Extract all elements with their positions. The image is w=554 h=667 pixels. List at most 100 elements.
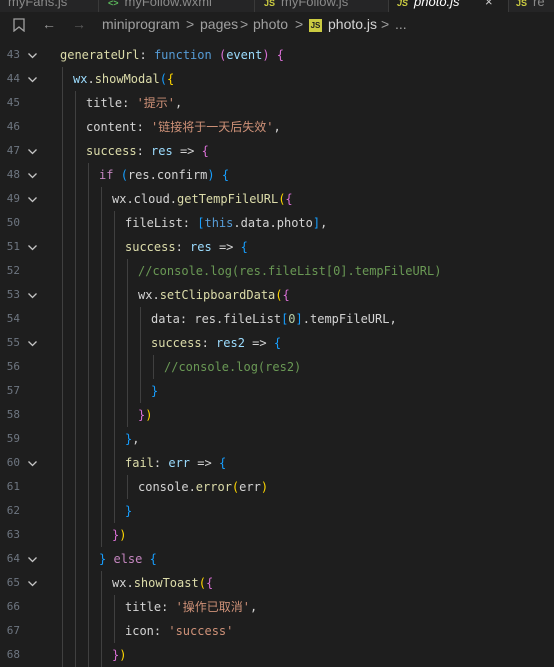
fold-chevron-down-icon[interactable] xyxy=(27,290,38,301)
code-token: wx. xyxy=(112,576,134,590)
chevron-right-icon: > xyxy=(381,16,390,32)
chevron-right-icon: > xyxy=(240,16,249,32)
code-token: '操作已取消' xyxy=(175,600,251,614)
line-number: 65 xyxy=(6,576,20,589)
code-line[interactable]: 65 wx.showToast({ xyxy=(0,571,554,595)
code-token: } xyxy=(151,384,159,398)
fold-chevron-down-icon[interactable] xyxy=(27,554,38,565)
code-line[interactable]: 50 fileList: [this.data.photo], xyxy=(0,211,554,235)
code-line[interactable]: 47 success: res => { xyxy=(0,139,554,163)
code-line[interactable]: 59}, xyxy=(0,427,554,451)
js-file-icon: JS xyxy=(397,0,409,8)
code-line[interactable]: 58}) xyxy=(0,403,554,427)
code-line[interactable]: 64} else { xyxy=(0,547,554,571)
code-line[interactable]: 63}) xyxy=(0,523,554,547)
chevron-right-icon: > xyxy=(186,16,195,32)
code-token: .data.photo xyxy=(233,216,313,230)
code-line[interactable]: 67 icon: 'success' xyxy=(0,619,554,643)
fold-chevron-down-icon[interactable] xyxy=(27,146,38,157)
code-line[interactable]: 46 content: '链接将于一天后失效', xyxy=(0,115,554,139)
bookmark-icon[interactable] xyxy=(13,16,25,35)
line-number: 43 xyxy=(6,48,20,61)
tab-myfollow-js[interactable]: JS myFollow.js xyxy=(264,0,348,12)
code-token: fileList xyxy=(125,216,183,230)
line-number: 46 xyxy=(6,120,20,133)
code-line[interactable]: 45 title: '提示', xyxy=(0,91,554,115)
code-line[interactable]: 49 wx.cloud.getTempFileURL({ xyxy=(0,187,554,211)
code-token: { xyxy=(149,552,157,566)
breadcrumb-segment-miniprogram[interactable]: miniprogram xyxy=(102,16,180,32)
fold-chevron-down-icon[interactable] xyxy=(27,578,38,589)
breadcrumb-segment-photo[interactable]: photo xyxy=(253,16,288,32)
code-line[interactable]: 57} xyxy=(0,379,554,403)
code-line[interactable]: 44 wx.showModal({ xyxy=(0,67,554,91)
breadcrumb-segment-pages[interactable]: pages xyxy=(200,16,238,32)
line-number: 45 xyxy=(6,96,20,109)
forward-arrow-icon[interactable]: → xyxy=(72,16,86,32)
code-line[interactable]: 62} xyxy=(0,499,554,523)
fold-chevron-down-icon[interactable] xyxy=(27,242,38,253)
js-file-icon: JS xyxy=(516,0,528,8)
code-line[interactable]: 60 fail: err => { xyxy=(0,451,554,475)
back-arrow-icon[interactable]: ← xyxy=(42,16,56,32)
code-token: success xyxy=(86,144,137,158)
tab-label: re xyxy=(533,0,545,9)
code-token: : xyxy=(153,456,169,470)
code-text: icon: 'success' xyxy=(125,619,233,643)
code-text: title: '操作已取消', xyxy=(125,595,257,619)
close-tab-icon[interactable]: × xyxy=(485,0,493,9)
code-token: else xyxy=(113,552,143,566)
line-number: 54 xyxy=(6,312,20,325)
breadcrumb-file[interactable]: photo.js xyxy=(328,16,377,32)
code-token: { xyxy=(276,48,285,62)
fold-chevron-down-icon[interactable] xyxy=(27,74,38,85)
code-token: this xyxy=(204,216,234,230)
code-token: { xyxy=(282,288,290,302)
code-line[interactable]: 68}) xyxy=(0,643,554,667)
code-token: ( xyxy=(159,72,167,86)
fold-chevron-down-icon[interactable] xyxy=(27,338,38,349)
code-token: ( xyxy=(120,168,128,182)
tab-photo-js[interactable]: JS photo.js × xyxy=(389,0,509,12)
tab-myfollow-wxml[interactable]: <> myFollow.wxml xyxy=(108,0,212,12)
fold-chevron-down-icon[interactable] xyxy=(27,170,38,181)
line-number: 55 xyxy=(6,336,20,349)
code-token: => xyxy=(244,336,274,350)
code-line[interactable]: 48 if (res.confirm) { xyxy=(0,163,554,187)
code-line[interactable]: 66 title: '操作已取消', xyxy=(0,595,554,619)
line-number: 50 xyxy=(6,216,20,229)
code-line[interactable]: 55 success: res2 => { xyxy=(0,331,554,355)
line-number: 68 xyxy=(6,648,20,661)
code-text: content: '链接将于一天后失效', xyxy=(86,115,281,139)
line-number: 47 xyxy=(6,144,20,157)
code-editor[interactable]: 43 generateUrl: function (event) {44 wx.sh… xyxy=(0,43,554,667)
code-token: content xyxy=(86,120,137,134)
code-token: : xyxy=(153,624,169,638)
code-token: error xyxy=(195,480,232,494)
code-token: showModal xyxy=(94,72,160,86)
code-line[interactable]: 43 generateUrl: function (event) { xyxy=(0,43,554,67)
fold-chevron-down-icon[interactable] xyxy=(27,50,38,61)
code-line[interactable]: 52 //console.log(res.fileList[0].tempFile… xyxy=(0,259,554,283)
fold-chevron-down-icon[interactable] xyxy=(27,194,38,205)
wxml-file-icon: <> xyxy=(108,0,119,8)
tab-overflow[interactable]: JS re xyxy=(516,0,545,12)
code-line[interactable]: 53 wx.setClipboardData({ xyxy=(0,283,554,307)
line-number: 51 xyxy=(6,240,20,253)
code-line[interactable]: 56 //console.log(res2) xyxy=(0,355,554,379)
code-line[interactable]: 51 success: res => { xyxy=(0,235,554,259)
code-token: { xyxy=(205,576,214,590)
code-token: : xyxy=(122,96,137,110)
code-line[interactable]: 54 data: res.fileList[0].tempFileURL, xyxy=(0,307,554,331)
fold-chevron-down-icon[interactable] xyxy=(27,458,38,469)
code-line[interactable]: 61 console.error(err) xyxy=(0,475,554,499)
code-token: generateUrl xyxy=(60,48,140,62)
line-number: 57 xyxy=(6,384,20,397)
breadcrumb-symbol[interactable]: ... xyxy=(395,16,407,32)
line-number: 52 xyxy=(6,264,20,277)
code-token: : xyxy=(161,600,176,614)
code-token: : xyxy=(136,120,152,134)
tab-myfans-js[interactable]: myFans.js xyxy=(8,0,67,12)
code-token: , xyxy=(250,600,258,614)
